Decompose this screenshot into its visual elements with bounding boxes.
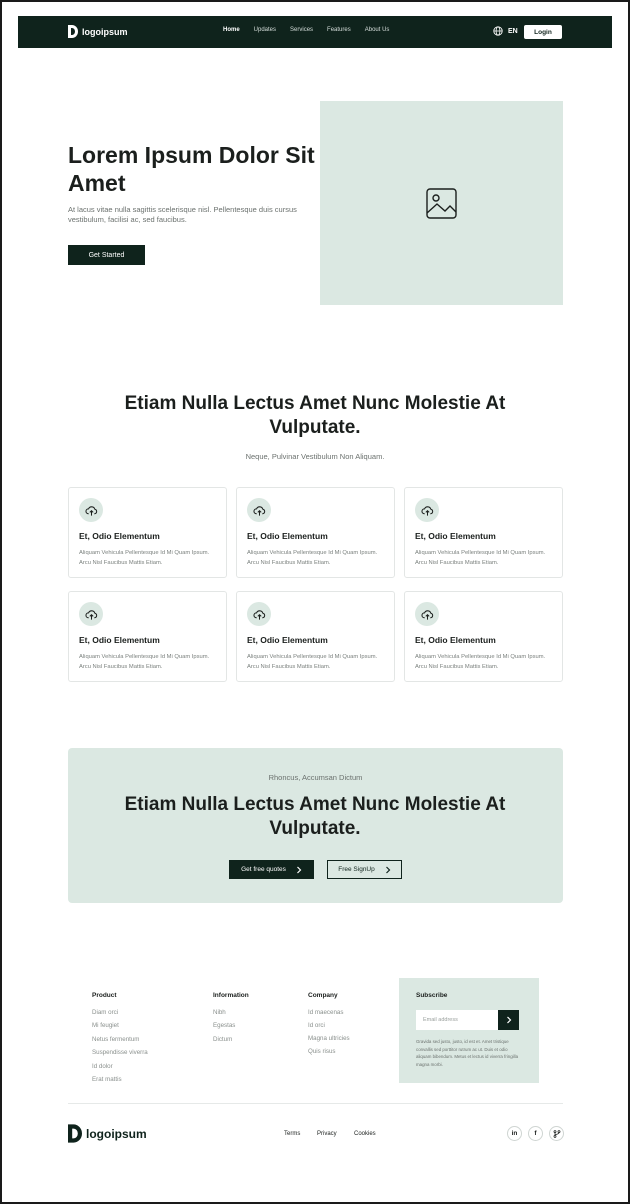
feature-card: Et, Odio Elementum Aliquam Vehicula Pell… [404, 591, 563, 682]
footer-column-title-company: Company [308, 992, 338, 999]
hero-subtitle: At lacus vitae nulla sagittis scelerisqu… [68, 205, 297, 224]
nav-links: Home Updates Services Features About Us [223, 27, 403, 33]
email-field[interactable]: Email address [416, 1010, 498, 1030]
footer-link[interactable]: Suspendisse viverra [92, 1049, 148, 1056]
language-label: EN [508, 27, 518, 35]
cta-title: Etiam Nulla Lectus Amet Nunc Molestie At… [124, 794, 506, 839]
facebook-icon[interactable]: f [528, 1126, 543, 1141]
features-subtitle: Neque, Pulvinar Vestibulum Non Aliquam. [245, 452, 385, 461]
feature-card-title: Et, Odio Elementum [247, 531, 328, 541]
hero-image-placeholder [320, 101, 563, 305]
chevron-right-icon [385, 866, 391, 873]
feature-icon-badge [79, 602, 103, 626]
cloud-upload-icon [84, 609, 97, 620]
footer-divider [68, 1103, 563, 1104]
footer-link[interactable]: Nibh [213, 1009, 226, 1016]
footer-logo-text: logoipsum [86, 1126, 147, 1141]
cloud-upload-icon [420, 609, 433, 620]
footer-link[interactable]: Quis risus [308, 1048, 336, 1055]
cloud-upload-icon [252, 609, 265, 620]
footer-link-cookies[interactable]: Cookies [354, 1131, 376, 1137]
feature-icon-badge [415, 602, 439, 626]
footer-link[interactable]: Diam orci [92, 1009, 118, 1016]
feature-card-text: Aliquam Vehicula Pellentesque Id Mi Quam… [415, 654, 546, 670]
feature-card-title: Et, Odio Elementum [415, 531, 496, 541]
feature-card-text: Aliquam Vehicula Pellentesque Id Mi Quam… [79, 550, 210, 566]
footer-link[interactable]: Erat mattis [92, 1076, 122, 1083]
feature-icon-badge [79, 498, 103, 522]
footer-link[interactable]: Magna ultricies [308, 1035, 350, 1042]
footer-logo[interactable]: logoipsum [68, 1124, 147, 1143]
get-free-quotes-button[interactable]: Get free quotes [229, 860, 314, 879]
chevron-right-icon [296, 866, 302, 873]
feature-card-title: Et, Odio Elementum [79, 531, 160, 541]
hero-title: Lorem Ipsum Dolor Sit Amet [68, 142, 315, 196]
nav-link-about[interactable]: About Us [365, 27, 390, 33]
feature-card: Et, Odio Elementum Aliquam Vehicula Pell… [236, 591, 395, 682]
cloud-upload-icon [420, 505, 433, 516]
feature-icon-badge [247, 602, 271, 626]
git-icon[interactable] [549, 1126, 564, 1141]
footer-link[interactable]: Mi feugiet [92, 1022, 119, 1029]
footer-column-title-product: Product [92, 992, 117, 999]
logo-mark-icon [68, 1124, 82, 1143]
linkedin-icon[interactable]: in [507, 1126, 522, 1141]
cloud-upload-icon [84, 505, 97, 516]
feature-card-title: Et, Odio Elementum [79, 635, 160, 645]
nav-link-home[interactable]: Home [223, 27, 240, 33]
nav-link-updates[interactable]: Updates [254, 27, 276, 33]
language-selector[interactable]: EN [493, 26, 518, 36]
globe-icon [493, 26, 503, 36]
feature-icon-badge [247, 498, 271, 522]
footer-link[interactable]: Netus fermentum [92, 1036, 139, 1043]
feature-card-text: Aliquam Vehicula Pellentesque Id Mi Quam… [247, 550, 378, 566]
feature-card-title: Et, Odio Elementum [415, 635, 496, 645]
footer-link[interactable]: Id dolor [92, 1063, 113, 1070]
free-signup-label: Free SignUp [338, 866, 375, 873]
free-signup-button[interactable]: Free SignUp [327, 860, 402, 879]
feature-icon-badge [415, 498, 439, 522]
feature-card: Et, Odio Elementum Aliquam Vehicula Pell… [236, 487, 395, 578]
footer-link-terms[interactable]: Terms [284, 1131, 300, 1137]
footer-link[interactable]: Egestas [213, 1022, 235, 1029]
cta-subtitle: Rhoncus, Accumsan Dictum [268, 773, 363, 782]
subscribe-submit-button[interactable] [498, 1010, 519, 1030]
footer-column-title-information: Information [213, 992, 249, 999]
nav-logo[interactable]: logoipsum [68, 25, 128, 38]
subscribe-title: Subscribe [416, 992, 448, 999]
cta-banner: Rhoncus, Accumsan Dictum Etiam Nulla Lec… [68, 748, 563, 903]
footer-link[interactable]: Dictum [213, 1036, 232, 1043]
login-button[interactable]: Login [524, 25, 562, 39]
feature-card: Et, Odio Elementum Aliquam Vehicula Pell… [404, 487, 563, 578]
feature-card: Et, Odio Elementum Aliquam Vehicula Pell… [68, 487, 227, 578]
feature-card: Et, Odio Elementum Aliquam Vehicula Pell… [68, 591, 227, 682]
logo-text: logoipsum [82, 26, 128, 37]
footer-link[interactable]: Id orci [308, 1022, 325, 1029]
subscribe-description: Gravida sed justo, justo, id est et. Ame… [416, 1039, 519, 1067]
feature-card-title: Et, Odio Elementum [247, 635, 328, 645]
chevron-right-icon [506, 1016, 511, 1024]
logo-mark-icon [68, 25, 78, 38]
nav-link-services[interactable]: Services [290, 27, 313, 33]
feature-card-text: Aliquam Vehicula Pellentesque Id Mi Quam… [247, 654, 378, 670]
get-free-quotes-label: Get free quotes [241, 866, 286, 873]
subscribe-box: Subscribe Email address Gravida sed just… [399, 978, 539, 1083]
footer-link-privacy[interactable]: Privacy [317, 1131, 337, 1137]
image-placeholder-icon [426, 188, 457, 219]
feature-card-text: Aliquam Vehicula Pellentesque Id Mi Quam… [79, 654, 210, 670]
footer-link[interactable]: Id maecenas [308, 1009, 343, 1016]
get-started-button[interactable]: Get Started [68, 245, 145, 265]
features-title: Etiam Nulla Lectus Amet Nunc Molestie At… [124, 393, 506, 438]
feature-card-text: Aliquam Vehicula Pellentesque Id Mi Quam… [415, 550, 546, 566]
cloud-upload-icon [252, 505, 265, 516]
navbar: logoipsum Home Updates Services Features… [18, 16, 612, 48]
git-branch-icon [553, 1129, 560, 1138]
nav-link-features[interactable]: Features [327, 27, 351, 33]
